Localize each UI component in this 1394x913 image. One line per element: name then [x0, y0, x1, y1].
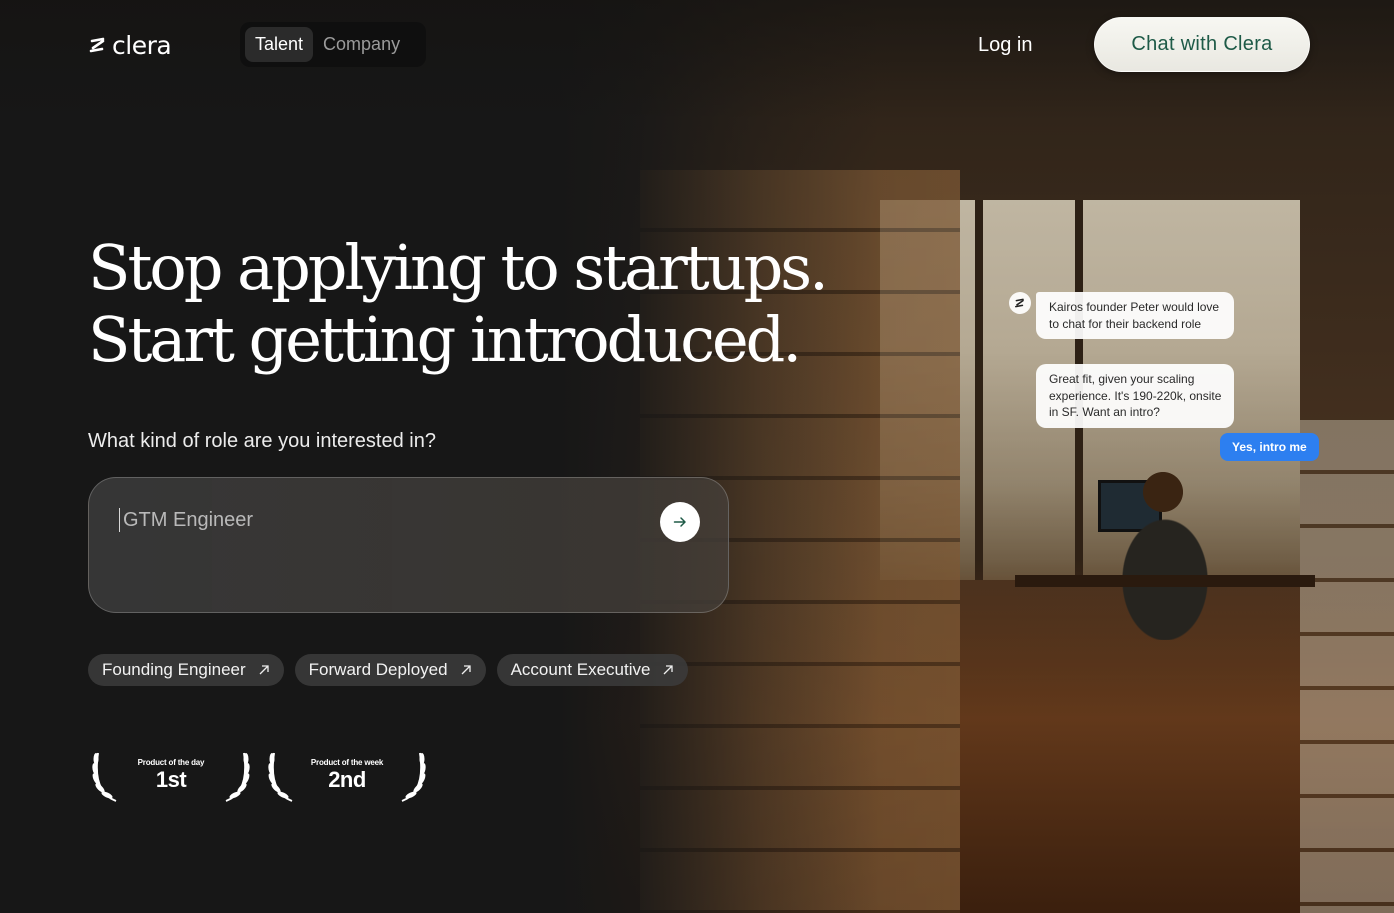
headline-line-2: Start getting introduced. — [88, 303, 802, 376]
role-input-value[interactable]: GTM Engineer — [119, 508, 253, 532]
submit-button[interactable] — [660, 502, 700, 542]
arrow-up-right-icon — [259, 665, 269, 675]
suggestion-forward-deployed[interactable]: Forward Deployed — [294, 654, 486, 686]
logo[interactable]: clera — [88, 30, 172, 60]
chat-reply: Yes, intro me — [1220, 433, 1319, 461]
clera-logo-icon — [1015, 298, 1024, 308]
toggle-talent[interactable]: Talent — [245, 27, 314, 62]
suggestion-label: Account Executive — [510, 660, 651, 679]
arrow-up-right-icon — [663, 665, 674, 675]
role-input[interactable]: GTM Engineer — [88, 477, 729, 613]
suggestion-label: Forward Deployed — [308, 660, 448, 679]
suggestion-label: Founding Engineer — [102, 660, 246, 679]
logo-text: clera — [112, 30, 172, 60]
clera-logo-icon — [89, 37, 105, 53]
award-product-of-the-day[interactable]: Product of the day 1st — [90, 745, 252, 805]
toggle-company[interactable]: Company — [313, 27, 410, 62]
laurel-right-icon — [225, 752, 250, 802]
role-suggestions: Founding Engineer Forward Deployed Accou… — [88, 654, 689, 686]
login-link[interactable]: Log in — [978, 30, 1033, 60]
chat-message: Great fit, given your scaling experience… — [1036, 364, 1234, 428]
chat-message: Kairos founder Peter would love to chat … — [1036, 292, 1234, 339]
audience-toggle: Talent Company — [240, 22, 426, 67]
arrow-up-right-icon — [461, 665, 471, 675]
arrow-right-icon — [673, 517, 686, 527]
headline-line-1: Stop applying to startups. — [88, 231, 829, 304]
awards: Product of the day 1st Product of the we… — [90, 745, 428, 805]
award-product-of-the-week[interactable]: Product of the week 2nd — [266, 745, 428, 805]
page-title: Stop applying to startups. Start getting… — [88, 231, 829, 376]
laurel-right-icon — [401, 752, 426, 802]
suggestion-founding-engineer[interactable]: Founding Engineer — [88, 654, 284, 686]
suggestion-account-executive[interactable]: Account Executive — [496, 654, 689, 686]
chat-with-clera-button[interactable]: Chat with Clera — [1094, 17, 1310, 72]
clera-avatar — [1009, 292, 1031, 314]
role-question: What kind of role are you interested in? — [88, 430, 436, 452]
landing-page: clera Talent Company Log in Chat with Cl… — [0, 0, 1394, 913]
